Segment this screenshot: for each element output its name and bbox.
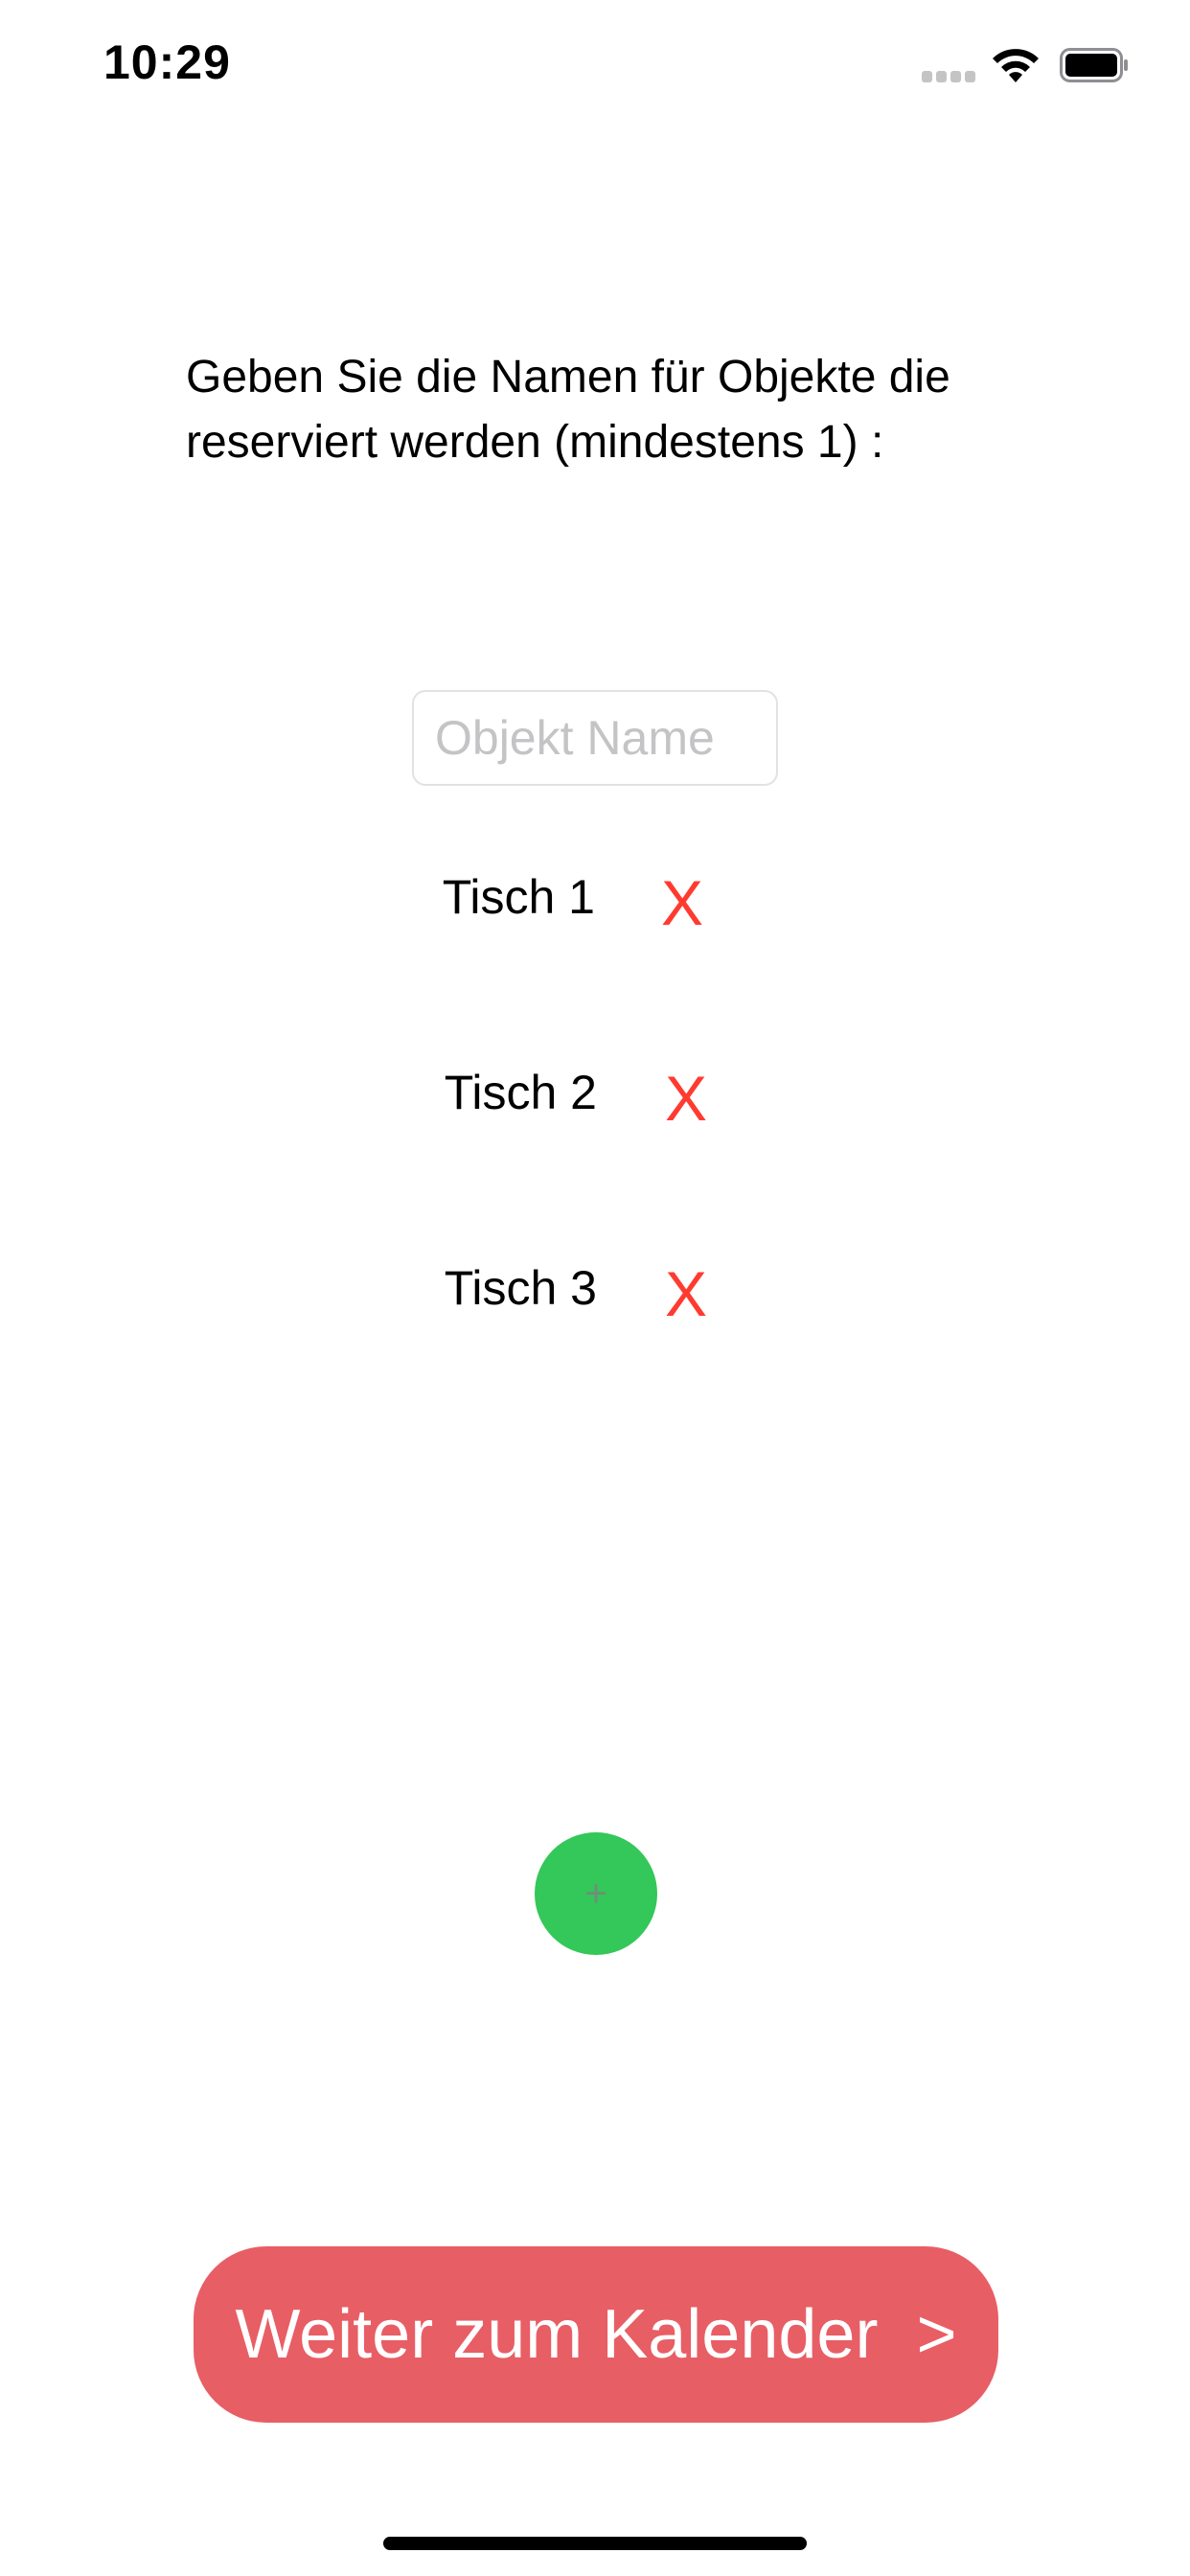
delete-item-button[interactable]: X bbox=[661, 855, 703, 951]
item-label: Tisch 2 bbox=[444, 1066, 597, 1119]
instruction-text: Geben Sie die Namen für Objekte die rese… bbox=[186, 352, 950, 468]
status-bar: 10:29 bbox=[0, 0, 1190, 126]
chevron-right-icon: > bbox=[916, 2296, 957, 2373]
item-label: Tisch 1 bbox=[442, 870, 595, 924]
item-label: Tisch 3 bbox=[444, 1261, 597, 1315]
home-indicator bbox=[383, 2537, 807, 2550]
object-name-input[interactable] bbox=[412, 690, 778, 786]
add-item-button[interactable]: + bbox=[535, 1832, 657, 1955]
plus-icon: + bbox=[584, 1873, 607, 1915]
list-item: Tisch 3 X bbox=[0, 1240, 1190, 1336]
cellular-signal-icon bbox=[922, 71, 977, 82]
list-item: Tisch 1 X bbox=[0, 849, 1190, 945]
delete-item-button[interactable]: X bbox=[665, 1050, 707, 1146]
delete-item-button[interactable]: X bbox=[665, 1246, 707, 1342]
next-button-label: Weiter zum Kalender bbox=[235, 2296, 879, 2373]
list-item: Tisch 2 X bbox=[0, 1045, 1190, 1140]
battery-icon bbox=[1060, 48, 1128, 82]
next-to-calendar-button[interactable]: Weiter zum Kalender > bbox=[194, 2246, 998, 2423]
status-time: 10:29 bbox=[103, 35, 231, 89]
wifi-icon bbox=[993, 49, 1039, 82]
